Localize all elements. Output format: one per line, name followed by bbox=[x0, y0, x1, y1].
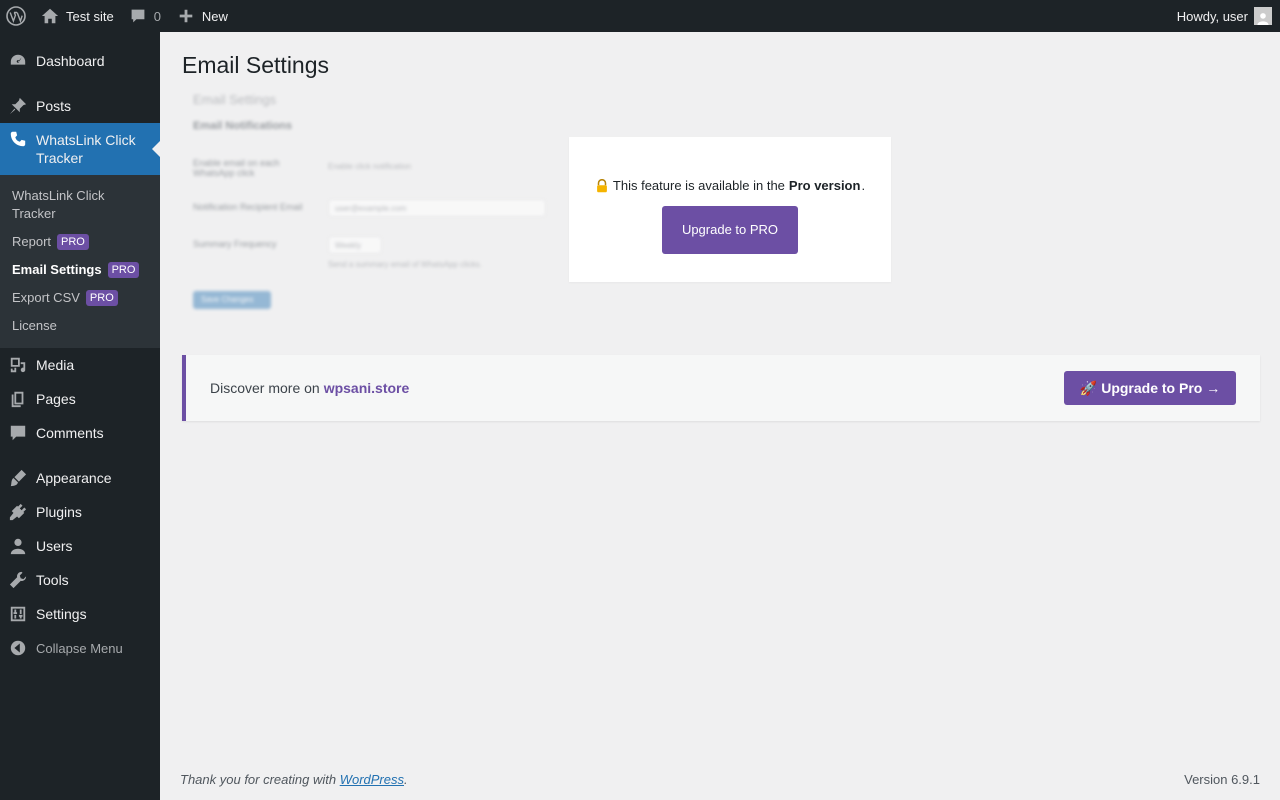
menu-label: WhatsLink Click Tracker bbox=[36, 132, 136, 166]
wpsani-store-link[interactable]: wpsani.store bbox=[324, 380, 410, 396]
lock-icon bbox=[597, 178, 607, 192]
footer-thanks: Thank you for creating with WordPress. bbox=[180, 772, 408, 787]
menu-appearance[interactable]: Appearance bbox=[0, 461, 160, 495]
pin-icon bbox=[8, 96, 28, 116]
comments-icon bbox=[8, 423, 28, 443]
submenu-whatslink-click-tracker[interactable]: WhatsLink Click Tracker bbox=[0, 182, 130, 228]
admin-footer: Thank you for creating with WordPress. V… bbox=[180, 772, 1260, 787]
comment-bubble-icon bbox=[131, 9, 145, 23]
pro-message-end: . bbox=[861, 178, 866, 193]
pro-badge: PRO bbox=[107, 262, 140, 278]
menu-label: Users bbox=[36, 538, 73, 554]
menu-label: Plugins bbox=[36, 504, 82, 520]
submenu-label: Report bbox=[12, 234, 52, 249]
submenu-label: Email Settings bbox=[12, 262, 102, 277]
promo-banner: Discover more on wpsani.store 🚀 Upgrade … bbox=[182, 355, 1260, 421]
collapse-label: Collapse Menu bbox=[36, 640, 123, 656]
phone-icon bbox=[8, 129, 28, 149]
my-account-link[interactable]: Howdy, user bbox=[1169, 0, 1280, 32]
home-icon bbox=[41, 8, 59, 24]
menu-label: Dashboard bbox=[36, 53, 105, 69]
pro-badge: PRO bbox=[85, 290, 118, 306]
submenu-report[interactable]: Report PRO bbox=[0, 228, 160, 256]
blurred-settings-form: Email Settings Email Notifications Enabl… bbox=[190, 88, 550, 318]
menu-whatslink-click-tracker[interactable]: WhatsLink Click Tracker bbox=[0, 123, 160, 175]
menu-settings[interactable]: Settings bbox=[0, 597, 160, 631]
pro-message-text: This feature is available in the bbox=[612, 178, 785, 193]
new-content-link[interactable]: New bbox=[169, 0, 236, 32]
site-name: Test site bbox=[66, 8, 114, 24]
pro-message: This feature is available in the Pro ver… bbox=[569, 178, 891, 193]
page-title: Email Settings bbox=[182, 52, 330, 78]
dashboard-icon bbox=[8, 51, 28, 71]
menu-comments[interactable]: Comments bbox=[0, 416, 160, 450]
submenu-label: Export CSV bbox=[12, 290, 80, 305]
menu-label: Tools bbox=[36, 572, 69, 588]
upgrade-to-pro-button[interactable]: Upgrade to PRO bbox=[662, 206, 798, 254]
blurred-row-label: Enable email on each WhatsApp click bbox=[193, 158, 280, 178]
plus-icon bbox=[179, 9, 193, 23]
menu-label: Settings bbox=[36, 606, 87, 622]
wordpress-logo-icon bbox=[6, 6, 26, 26]
submenu-export-csv[interactable]: Export CSV PRO bbox=[0, 284, 160, 312]
blurred-save-button: Save Changes bbox=[193, 291, 271, 309]
promo-upgrade-button[interactable]: 🚀 Upgrade to Pro → bbox=[1064, 371, 1236, 405]
comments-link[interactable]: 0 bbox=[122, 0, 169, 32]
promo-text: Discover more on bbox=[210, 380, 320, 396]
menu-tools[interactable]: Tools bbox=[0, 563, 160, 597]
admin-bar: Test site 0 New Howdy, user bbox=[0, 0, 1280, 32]
blurred-frequency-select: Weekly bbox=[328, 236, 382, 254]
pages-icon bbox=[8, 389, 28, 409]
submenu-label: License bbox=[12, 318, 57, 333]
blurred-row-label: Notification Recipient Email bbox=[193, 202, 303, 212]
submenu-email-settings[interactable]: Email Settings PRO bbox=[0, 256, 160, 284]
menu-label: Comments bbox=[36, 425, 104, 441]
users-icon bbox=[8, 536, 28, 556]
plugin-icon bbox=[8, 502, 28, 522]
blurred-section-title: Email Notifications bbox=[193, 120, 293, 132]
submenu-label: WhatsLink Click Tracker bbox=[12, 188, 105, 221]
menu-plugins[interactable]: Plugins bbox=[0, 495, 160, 529]
menu-media[interactable]: Media bbox=[0, 348, 160, 382]
blurred-description: Send a summary email of WhatsApp clicks. bbox=[328, 260, 482, 269]
menu-label: Media bbox=[36, 357, 75, 373]
blurred-email-input: user@example.com bbox=[328, 199, 546, 217]
whatslink-submenu: WhatsLink Click Tracker Report PRO Email… bbox=[0, 175, 160, 348]
avatar bbox=[1254, 7, 1272, 25]
settings-icon bbox=[8, 604, 28, 624]
comments-count: 0 bbox=[153, 8, 161, 24]
wrench-icon bbox=[8, 570, 28, 590]
main-content: Email Settings Email Settings Email Noti… bbox=[160, 32, 1280, 800]
menu-label: Pages bbox=[36, 391, 76, 407]
pro-badge: PRO bbox=[57, 234, 89, 250]
new-label: New bbox=[201, 8, 228, 24]
menu-users[interactable]: Users bbox=[0, 529, 160, 563]
collapse-menu-button[interactable]: Collapse Menu bbox=[0, 631, 160, 665]
blurred-heading: Email Settings bbox=[193, 92, 277, 107]
footer-version: Version 6.9.1 bbox=[1184, 772, 1260, 787]
menu-pages[interactable]: Pages bbox=[0, 382, 160, 416]
menu-label: Appearance bbox=[36, 470, 112, 486]
menu-posts[interactable]: Posts bbox=[0, 89, 160, 123]
pro-feature-notice: This feature is available in the Pro ver… bbox=[569, 137, 891, 282]
submenu-license[interactable]: License bbox=[0, 312, 160, 340]
wordpress-logo-menu[interactable] bbox=[0, 0, 33, 32]
blurred-checkbox-label: Enable click notification bbox=[328, 162, 412, 171]
blurred-row-label: Summary Frequency bbox=[193, 239, 277, 249]
brush-icon bbox=[8, 468, 28, 488]
wordpress-link[interactable]: WordPress bbox=[340, 772, 404, 787]
rocket-icon: 🚀 bbox=[1079, 379, 1098, 396]
menu-label: Posts bbox=[36, 98, 72, 114]
footer-thanks-text: Thank you for creating with bbox=[180, 772, 337, 787]
media-icon bbox=[8, 355, 28, 375]
footer-thanks-end: . bbox=[404, 772, 408, 787]
site-name-link[interactable]: Test site bbox=[33, 0, 122, 32]
avatar-silhouette-icon bbox=[1257, 13, 1269, 25]
admin-sidebar: Dashboard Posts WhatsLink Click Tracker … bbox=[0, 32, 160, 800]
pro-version-text: Pro version bbox=[788, 178, 861, 193]
promo-button-label: Upgrade to Pro → bbox=[1101, 380, 1221, 396]
menu-dashboard[interactable]: Dashboard bbox=[0, 44, 160, 78]
howdy-text: Howdy, user bbox=[1176, 8, 1248, 24]
collapse-arrow-icon bbox=[8, 638, 28, 658]
